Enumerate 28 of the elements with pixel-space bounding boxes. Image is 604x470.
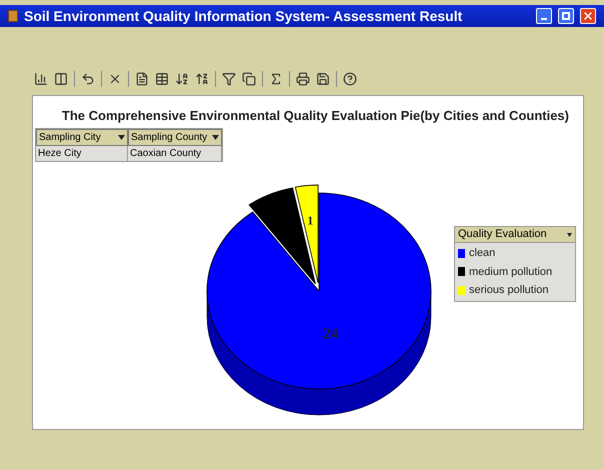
legend-title: Quality Evaluation [458,227,547,242]
columns-icon[interactable] [52,70,70,88]
legend-label: serious pollution [469,283,548,298]
table-icon[interactable] [153,70,171,88]
copy-icon[interactable] [240,70,258,88]
slice-value-label: 1 [307,214,314,228]
legend-label: medium pollution [469,264,552,280]
app-icon [8,10,18,22]
dropdown-icon[interactable] [567,232,572,236]
filter-label: Sampling City [39,130,101,144]
filter-icon[interactable] [220,70,238,88]
filter-value: Caoxian County [128,146,222,160]
maximize-button[interactable] [558,8,574,24]
save-icon[interactable] [314,70,332,88]
minimize-button[interactable] [536,8,552,24]
filter-value: Heze City [36,146,128,160]
dropdown-icon[interactable] [212,134,219,140]
dropdown-icon[interactable] [118,134,125,140]
report-title: The Comprehensive Environmental Quality Evaluation Pie(by Cities and Counties) [62,107,569,125]
filter-label: Sampling County [131,130,208,144]
close-button[interactable] [580,8,596,24]
printer-icon[interactable] [294,70,312,88]
chart-icon[interactable] [32,70,50,88]
legend-label: clean [469,246,496,261]
window-title: Soil Environment Quality Information System- Assessment Result [24,6,464,26]
help-icon[interactable] [341,70,359,88]
close-icon [582,10,594,22]
slice-value-label: 24 [323,326,338,343]
